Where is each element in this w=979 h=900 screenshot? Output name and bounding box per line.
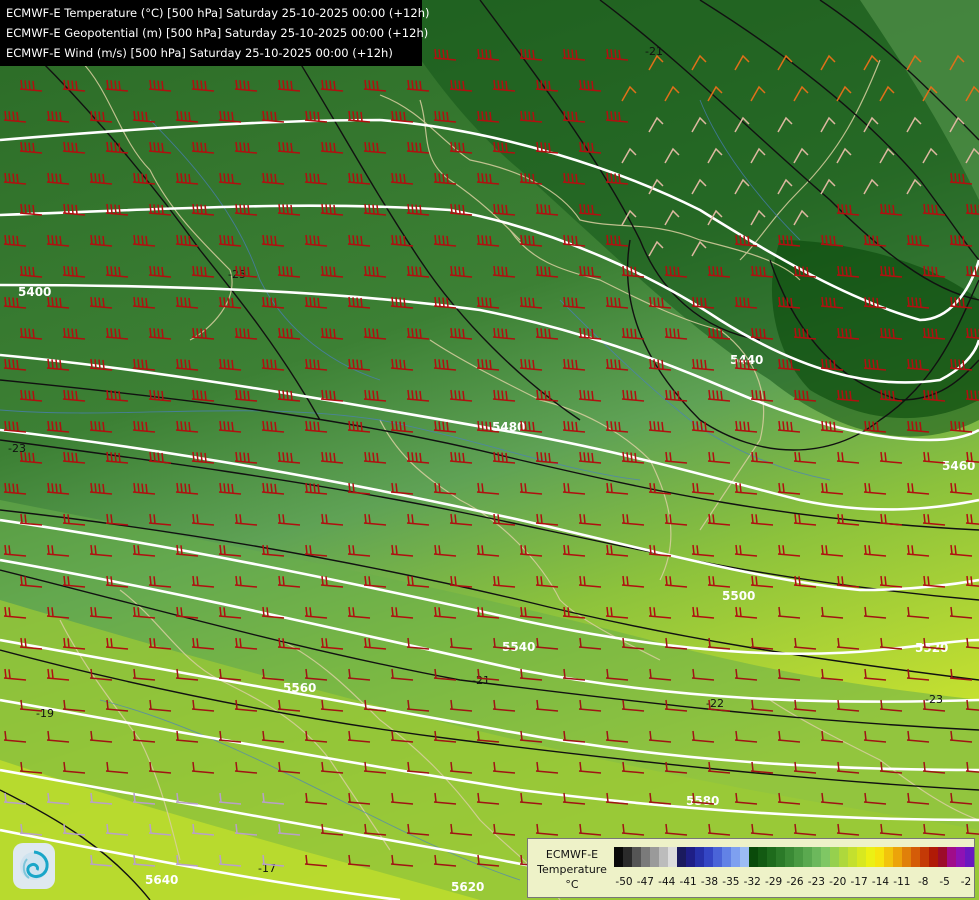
legend-swatch (938, 847, 947, 867)
ecmwf-logo (13, 843, 55, 889)
legend-tick-label: -23 (807, 876, 825, 888)
legend-title-line2: Temperature (537, 863, 607, 876)
gp-label-5400: 5400 (18, 285, 51, 299)
t-label-1: -21 (645, 45, 663, 58)
legend-ticks: -50 -47 -44 -41 -38 -35 -32 -29 -26 -23 -20 -17 -14-… (610, 876, 972, 890)
legend-swatch (902, 847, 911, 867)
legend-title-line1: ECMWF-E (545, 848, 599, 861)
legend-tick-label: -50 (615, 876, 633, 888)
legend-swatch (857, 847, 866, 867)
header-line-wind: ECMWF-E Wind (m/s) [500 hPa] Saturday 25… (6, 46, 393, 60)
legend-tick-label: -47 (636, 876, 654, 888)
t-label-3: -23 (8, 442, 26, 455)
legend-tick-label: -20 (829, 876, 847, 888)
legend-swatch (812, 847, 821, 867)
legend-swatch (875, 847, 884, 867)
legend-swatch (929, 847, 938, 867)
t-label-4: -19 (36, 707, 54, 720)
legend-tick-label: -11 (893, 876, 911, 888)
gp-label-5500: 5500 (722, 589, 755, 603)
legend-swatch (848, 847, 857, 867)
gp-label-5560: 5560 (283, 681, 316, 695)
legend-swatch (758, 847, 767, 867)
header-line-temperature: ECMWF-E Temperature (°C) [500 hPa] Satur… (6, 6, 430, 20)
t-label-8: -21 (472, 674, 490, 687)
temperature-legend: ECMWF-E Temperature °C -50 -47 -44 -41 -38 -3… (527, 838, 975, 898)
legend-swatch (614, 847, 623, 867)
legend-title: ECMWF-E Temperature °C (532, 847, 612, 892)
header-line-geopotential: ECMWF-E Geopotential (m) [500 hPa] Satur… (6, 26, 429, 40)
legend-swatch (731, 847, 740, 867)
legend-tick-label: -41 (679, 876, 697, 888)
legend-swatch (839, 847, 848, 867)
t-label-7: -23 (925, 693, 943, 706)
legend-swatch (956, 847, 965, 867)
legend-swatch (830, 847, 839, 867)
legend-swatch (686, 847, 695, 867)
legend-swatch (659, 847, 668, 867)
legend-swatch (695, 847, 704, 867)
legend-swatch (911, 847, 920, 867)
legend-swatch (776, 847, 785, 867)
legend-swatch (803, 847, 812, 867)
legend-swatch (722, 847, 731, 867)
legend-tick-label: -14 (871, 876, 890, 888)
legend-swatch (866, 847, 875, 867)
gp-label-5540: 5540 (502, 640, 535, 654)
legend-swatch (884, 847, 893, 867)
legend-tick-label: -38 (700, 876, 719, 888)
legend-swatch (920, 847, 929, 867)
legend-swatch (668, 847, 677, 867)
legend-unit: °C (565, 878, 579, 891)
legend-swatch (749, 847, 758, 867)
legend-tick-label: -26 (786, 876, 804, 888)
legend-swatch (650, 847, 659, 867)
legend-swatch (821, 847, 830, 867)
gp-label-5640: 5640 (145, 873, 178, 887)
legend-tick-label: -17 (850, 876, 868, 888)
ecmwf-logo-icon (20, 850, 49, 880)
legend-swatch (785, 847, 794, 867)
legend-tick-label: -5 (939, 876, 950, 888)
legend-tick-label: -44 (658, 876, 676, 888)
legend-tick-label: -8 (918, 876, 929, 888)
legend-swatch (893, 847, 902, 867)
legend-tick-label: -32 (743, 876, 761, 888)
legend-swatch (947, 847, 956, 867)
gp-label-5440: 5440 (730, 353, 763, 367)
map-header: ECMWF-E Temperature (°C) [500 hPa] Satur… (0, 0, 430, 66)
legend-tick-label: -2 (960, 876, 972, 888)
legend-swatch (677, 847, 686, 867)
legend-tick-label: -35 (722, 876, 740, 888)
gp-label-5620: 5620 (451, 880, 484, 894)
legend-color-bar (614, 847, 974, 867)
weather-map: 5400 5440 5480 5460 5500 5520 5540 5560 … (0, 0, 979, 900)
legend-tick-label: -29 (765, 876, 783, 888)
legend-swatch (713, 847, 722, 867)
legend-swatch (632, 847, 641, 867)
legend-swatch (623, 847, 632, 867)
legend-swatch (704, 847, 713, 867)
legend-swatch (794, 847, 803, 867)
legend-swatch (641, 847, 650, 867)
legend-swatch (767, 847, 776, 867)
gp-label-5580: 5580 (686, 794, 719, 808)
legend-swatch (965, 847, 974, 867)
legend-swatch (740, 847, 749, 867)
